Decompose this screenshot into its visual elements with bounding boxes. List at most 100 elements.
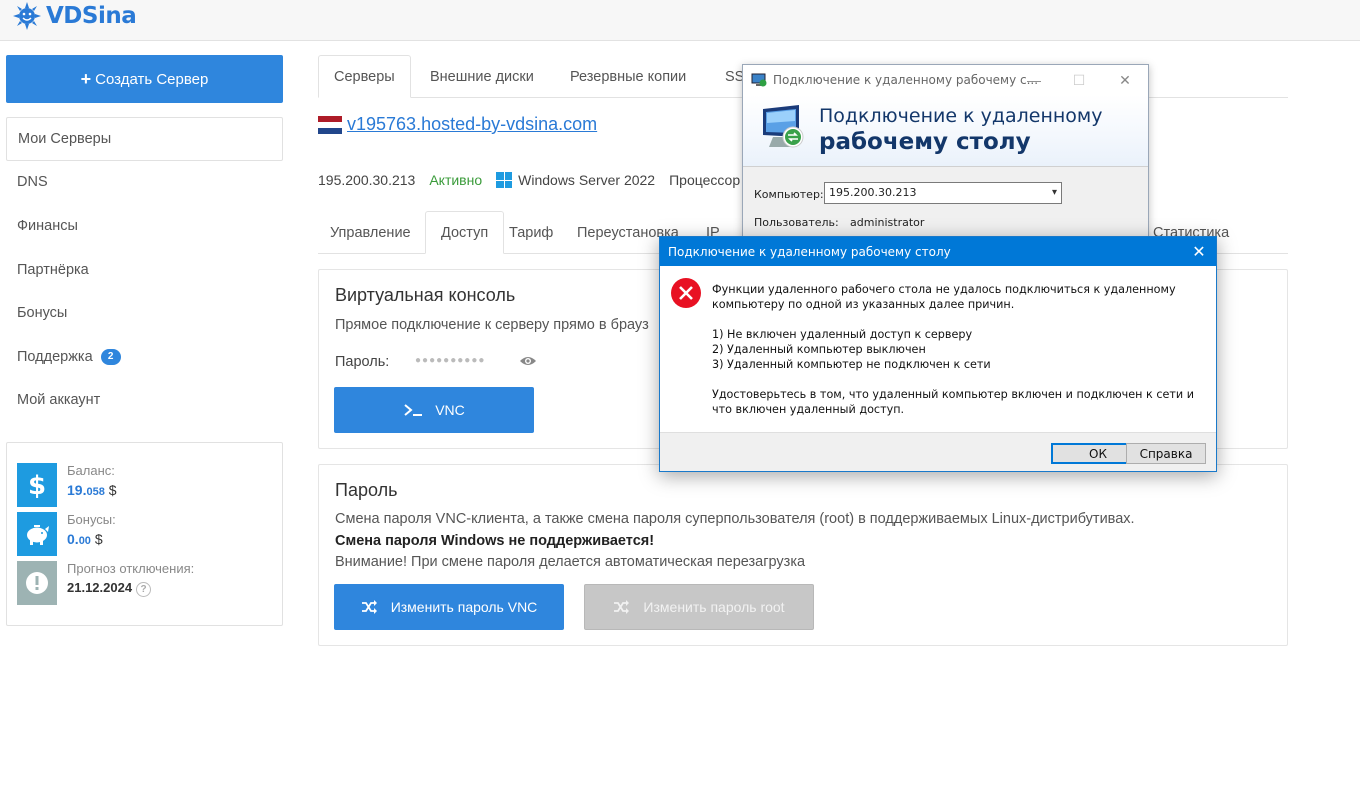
support-count-badge: 2 — [100, 348, 121, 365]
tab-servers[interactable]: Серверы — [318, 55, 411, 98]
computer-label: Компьютер: — [754, 188, 824, 201]
change-root-password-button[interactable]: Изменить пароль root — [584, 584, 814, 630]
tab-backups[interactable]: Резервные копии — [570, 55, 686, 98]
svg-text:$: $ — [28, 471, 46, 500]
sidebar-item-label: Мой аккаунт — [17, 392, 101, 409]
vdsina-logo[interactable]: VDSina — [12, 1, 137, 31]
password-panel: Пароль Смена пароля VNC-клиента, а также… — [318, 464, 1288, 646]
close-icon[interactable]: ✕ — [1182, 237, 1216, 266]
rdp-error-dialog: Подключение к удаленному рабочему столу … — [659, 236, 1217, 472]
create-server-button[interactable]: + Создать Сервер — [6, 55, 283, 103]
windows-logo-icon — [496, 172, 513, 188]
cpu-label: Процессор — [669, 172, 741, 188]
tab-management[interactable]: Управление — [330, 211, 411, 254]
rdp-title-bar[interactable]: Подключение к удаленному рабочему с... —… — [743, 65, 1148, 95]
rdp-window-title: Подключение к удаленному рабочему с... — [773, 73, 1039, 87]
error-reason: 3) Удаленный компьютер не подключен к се… — [712, 358, 991, 371]
error-dialog-title-bar[interactable]: Подключение к удаленному рабочему столу … — [660, 237, 1216, 266]
vnc-button[interactable]: VNC — [334, 387, 534, 433]
balance-row: $ Баланс: 19.058 $ — [17, 463, 117, 507]
sidebar-item-support[interactable]: Поддержка 2 — [6, 335, 283, 379]
sidebar-item-bonuses[interactable]: Бонусы — [6, 291, 283, 335]
server-hostname-link[interactable]: v195763.hosted-by-vdsina.com — [347, 114, 597, 135]
sidebar-item-my-servers[interactable]: Мои Серверы — [6, 117, 283, 161]
sidebar-item-label: Бонусы — [17, 305, 68, 322]
tab-tariff[interactable]: Тариф — [509, 211, 553, 254]
rdp-connection-window: Подключение к удаленному рабочему с... —… — [742, 64, 1149, 244]
balance-value: 19.058 $ — [67, 482, 117, 498]
computer-combobox[interactable]: 195.200.30.213 ▾ — [824, 182, 1062, 204]
change-vnc-password-label: Изменить пароль VNC — [390, 599, 538, 615]
virtual-console-desc: Прямое подключение к серверу прямо в бра… — [335, 317, 649, 333]
balance-label: Баланс: — [67, 463, 115, 478]
vnc-button-label: VNC — [435, 402, 465, 418]
shuffle-icon — [614, 600, 630, 614]
error-icon — [671, 278, 701, 308]
password-panel-line1: Смена пароля VNC-клиента, а также смена … — [335, 511, 1135, 527]
logo-sun-icon — [13, 2, 41, 30]
rdp-monitor-icon — [763, 105, 804, 148]
error-intro: Функции удаленного рабочего стола не уда… — [712, 283, 1176, 311]
netherlands-flag-icon — [318, 115, 342, 134]
change-root-password-label: Изменить пароль root — [643, 599, 785, 615]
error-dialog-footer: ОК Справка — [660, 432, 1216, 471]
error-reason: 1) Не включен удаленный доступ к серверу — [712, 328, 973, 341]
password-mask: ●●●●●●●●●● — [415, 355, 486, 366]
piggy-bank-icon — [17, 512, 57, 556]
status-badge: Активно — [429, 172, 483, 188]
eye-icon[interactable] — [519, 355, 537, 367]
rdp-app-icon — [751, 73, 767, 87]
bonus-row: Бонусы: 0.00 $ — [17, 512, 116, 556]
sidebar-item-label: Мои Серверы — [18, 130, 112, 147]
sidebar-item-label: Финансы — [17, 217, 78, 234]
password-label: Пароль: — [335, 354, 390, 370]
sidebar-item-dns[interactable]: DNS — [6, 161, 283, 205]
rdp-heading-line2: рабочему столу — [819, 129, 1031, 155]
sidebar-nav: Мои Серверы DNS Финансы Партнёрка Бонусы… — [6, 117, 283, 422]
balance-box: $ Баланс: 19.058 $ Бонусы: 0.00 $ Прогно… — [6, 442, 283, 626]
computer-value: 195.200.30.213 — [829, 186, 917, 199]
help-icon[interactable]: ? — [136, 582, 152, 597]
user-value: administrator — [850, 216, 925, 229]
close-button[interactable]: ✕ — [1102, 65, 1148, 95]
error-message: Функции удаленного рабочего стола не уда… — [712, 282, 1202, 432]
error-dialog-title: Подключение к удаленному рабочему столу — [668, 244, 951, 259]
sidebar-item-label: Партнёрка — [17, 261, 89, 278]
server-info-row: 195.200.30.213 Активно Windows Server 20… — [318, 172, 740, 188]
server-os: Windows Server 2022 — [518, 172, 656, 188]
dollar-icon: $ — [17, 463, 57, 507]
help-button[interactable]: Справка — [1126, 443, 1206, 464]
sidebar-item-label: DNS — [17, 174, 48, 191]
server-ip: 195.200.30.213 — [318, 172, 416, 188]
tab-external-disks[interactable]: Внешние диски — [430, 55, 534, 98]
chevron-down-icon: ▾ — [1051, 187, 1057, 198]
minimize-button[interactable]: — — [1011, 65, 1057, 95]
sidebar-item-label: Поддержка — [17, 348, 93, 365]
plus-icon: + — [80, 68, 92, 89]
error-reason: 2) Удаленный компьютер выключен — [712, 343, 926, 356]
sidebar-item-account[interactable]: Мой аккаунт — [6, 379, 283, 423]
tab-access[interactable]: Доступ — [425, 211, 505, 254]
forecast-label: Прогноз отключения: — [67, 561, 195, 576]
change-vnc-password-button[interactable]: Изменить пароль VNC — [334, 584, 564, 630]
error-advice: Удостоверьтесь в том, что удаленный комп… — [712, 388, 1194, 416]
warning-icon — [17, 561, 57, 605]
virtual-console-title: Виртуальная консоль — [335, 285, 516, 305]
rdp-heading-line1: Подключение к удаленному — [819, 105, 1103, 127]
shuffle-icon — [361, 600, 377, 614]
password-panel-line3: Внимание! При смене пароля делается авто… — [335, 554, 806, 570]
create-server-label: Создать Сервер — [95, 70, 209, 88]
forecast-value: 21.12.2024? — [67, 580, 194, 597]
password-panel-title: Пароль — [335, 480, 398, 500]
terminal-icon — [404, 404, 423, 416]
maximize-button[interactable]: ☐ — [1056, 65, 1102, 95]
sidebar-item-finance[interactable]: Финансы — [6, 204, 283, 248]
sidebar-item-partners[interactable]: Партнёрка — [6, 248, 283, 292]
logo-text: VDSina — [46, 3, 137, 29]
server-header: v195763.hosted-by-vdsina.com — [318, 114, 597, 135]
user-label: Пользователь: — [754, 216, 839, 229]
bonus-label: Бонусы: — [67, 512, 116, 527]
top-bar: VDSina — [0, 0, 1360, 41]
forecast-row: Прогноз отключения: 21.12.2024? — [17, 561, 194, 605]
password-panel-line2: Смена пароля Windows не поддерживается! — [335, 533, 655, 549]
